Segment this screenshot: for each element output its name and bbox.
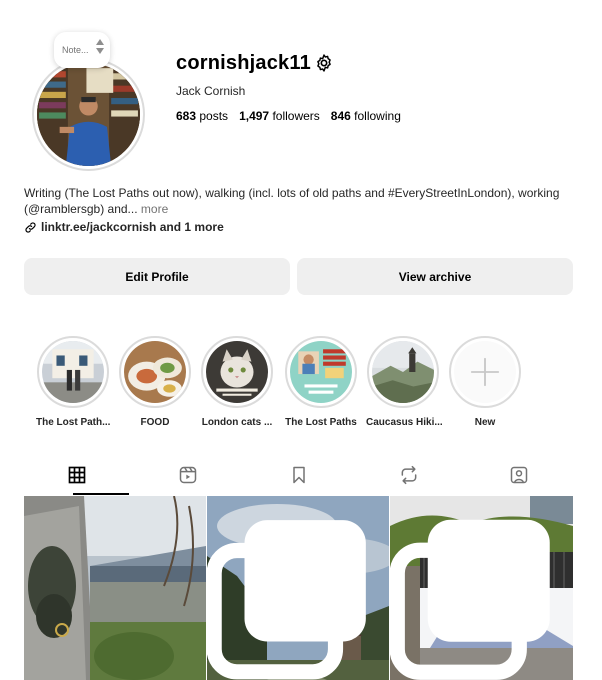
note-bubble[interactable]: Note... (54, 32, 110, 68)
plus-icon (470, 357, 500, 387)
post-thumbnail[interactable] (207, 496, 389, 680)
profile-link[interactable]: linktr.ee/jackcornish and 1 more (24, 220, 224, 234)
profile-tabs (24, 455, 573, 495)
profile-avatar[interactable] (32, 58, 145, 171)
highlight-item[interactable]: FOOD (118, 336, 192, 428)
highlight-label: New (474, 417, 496, 428)
link-icon (25, 221, 36, 233)
posts-count: 683 (176, 109, 197, 123)
highlight-label: Caucasus Hiki... (366, 417, 443, 428)
profile-full-name: Jack Cornish (176, 84, 246, 98)
highlight-label: London cats ... (201, 417, 273, 428)
post-thumbnail[interactable] (24, 496, 206, 680)
following-label: following (354, 109, 401, 123)
highlight-item[interactable]: The Lost Path... (36, 336, 110, 428)
highlight-label: The Lost Paths (285, 417, 357, 428)
highlight-item[interactable]: Caucasus Hiki... (366, 336, 443, 428)
new-highlight-button[interactable]: New (448, 336, 522, 428)
view-archive-button[interactable]: View archive (297, 258, 573, 295)
highlight-cover (42, 341, 104, 403)
edit-profile-button[interactable]: Edit Profile (24, 258, 290, 295)
carousel-icon (390, 519, 550, 680)
followers-stat[interactable]: 1,497 followers (239, 109, 320, 123)
followers-label: followers (272, 109, 320, 123)
note-placeholder: Note... (62, 45, 89, 55)
highlight-cover (206, 341, 268, 403)
followers-count: 1,497 (239, 109, 270, 123)
post-thumbnail[interactable] (390, 496, 573, 680)
note-arrows-icon (96, 39, 104, 54)
reposts-icon[interactable] (399, 465, 419, 485)
profile-stats: 683 posts 1,497 followers 846 following (176, 109, 401, 123)
profile-bio: Writing (The Lost Paths out now), walkin… (24, 185, 569, 217)
highlight-item[interactable]: The Lost Paths (284, 336, 358, 428)
posts-stat: 683 posts (176, 109, 228, 123)
new-highlight-circle (454, 341, 516, 403)
link-text: linktr.ee/jackcornish and 1 more (41, 220, 224, 234)
bio-more-link[interactable]: more (141, 202, 168, 216)
posts-label: posts (199, 109, 229, 123)
highlight-cover (124, 341, 186, 403)
highlight-item[interactable]: London cats ... (200, 336, 274, 428)
bio-text: Writing (The Lost Paths out now), walkin… (24, 186, 560, 216)
tagged-icon[interactable] (509, 465, 529, 485)
highlight-cover (290, 341, 352, 403)
following-count: 846 (330, 109, 351, 123)
reels-icon[interactable] (178, 465, 198, 485)
settings-gear-icon[interactable] (314, 53, 334, 73)
highlight-label: The Lost Path... (36, 417, 111, 428)
grid-icon[interactable] (67, 465, 87, 485)
following-stat[interactable]: 846 following (331, 109, 401, 123)
avatar-image (37, 63, 140, 166)
active-tab-indicator (73, 493, 129, 495)
profile-username: cornishjack11 (176, 52, 311, 74)
highlight-label: FOOD (140, 417, 170, 428)
highlight-cover (372, 341, 434, 403)
carousel-icon (207, 520, 366, 680)
saved-icon[interactable] (289, 465, 309, 485)
